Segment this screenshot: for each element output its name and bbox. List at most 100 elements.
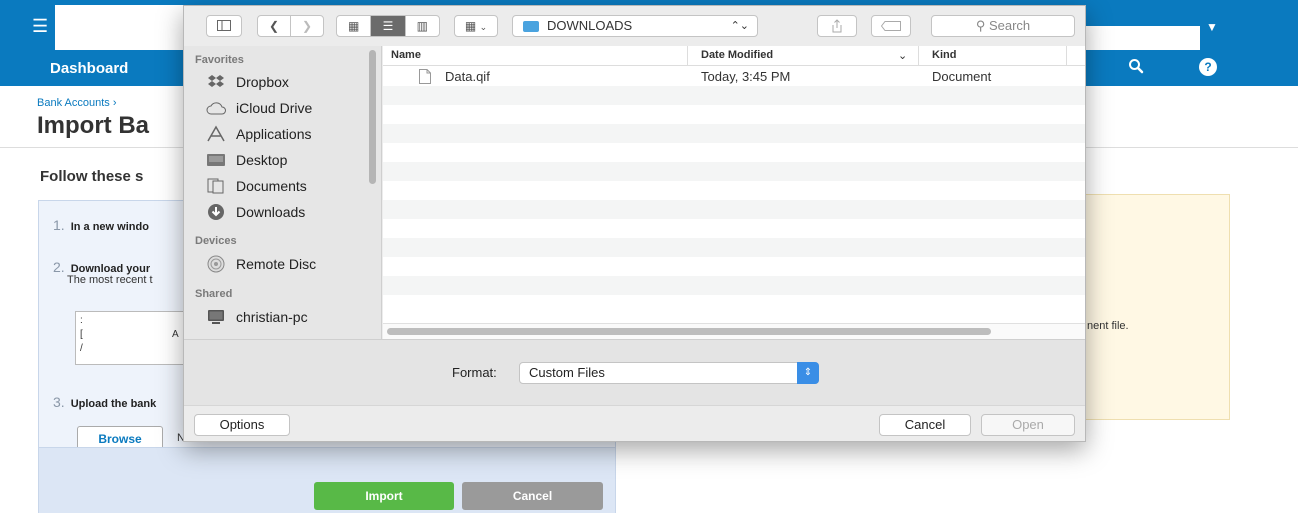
sidebar-icon bbox=[217, 20, 231, 31]
file-list-header: Name Date Modified ⌄ Kind bbox=[383, 46, 1085, 66]
dialog-button-bar: Options Cancel Open bbox=[184, 405, 1085, 441]
file-list: Name Date Modified ⌄ Kind Data.qif Today… bbox=[383, 46, 1085, 339]
step-3: 3. Upload the bank bbox=[53, 394, 156, 410]
location-popup[interactable]: DOWNLOADS ⌃⌄ bbox=[512, 15, 758, 37]
sidebar-item-label: christian-pc bbox=[236, 309, 308, 325]
cancel-import-button[interactable]: Cancel bbox=[462, 482, 603, 510]
sidebar-item-label: Desktop bbox=[236, 152, 288, 168]
redacted-user-name bbox=[1082, 26, 1200, 50]
import-button[interactable]: Import bbox=[314, 482, 454, 510]
sidebar-item-desktop[interactable]: Desktop bbox=[206, 149, 287, 171]
info-panel: nent file. bbox=[1080, 194, 1230, 420]
desktop-icon bbox=[206, 151, 226, 169]
step-number: 2. bbox=[53, 259, 65, 275]
file-name: Data.qif bbox=[445, 69, 490, 84]
column-name[interactable]: Name bbox=[391, 49, 421, 61]
help-icon[interactable]: ? bbox=[1199, 58, 1217, 76]
snippet-extra: A bbox=[172, 329, 179, 340]
empty-row bbox=[383, 162, 1085, 181]
empty-row bbox=[383, 181, 1085, 200]
forward-icon[interactable]: ❯ bbox=[291, 16, 323, 36]
nav-buttons: ❮ ❯ bbox=[257, 15, 324, 37]
updown-arrows-icon: ⇕ bbox=[797, 362, 819, 384]
empty-row bbox=[383, 143, 1085, 162]
sidebar-item-downloads[interactable]: Downloads bbox=[206, 201, 305, 223]
sidebar-item-label: Dropbox bbox=[236, 74, 289, 90]
sidebar-item-documents[interactable]: Documents bbox=[206, 175, 307, 197]
sidebar-item-icloud-drive[interactable]: iCloud Drive bbox=[206, 97, 312, 119]
horizontal-scrollbar[interactable] bbox=[383, 323, 1085, 339]
breadcrumb[interactable]: Bank Accounts › bbox=[37, 97, 117, 109]
arrange-button[interactable]: ▦ ⌄ bbox=[454, 15, 498, 37]
sidebar-item-label: Documents bbox=[236, 178, 307, 194]
list-view-icon[interactable]: ☰ bbox=[371, 16, 406, 36]
column-view-icon[interactable]: ▥ bbox=[406, 16, 439, 36]
back-icon[interactable]: ❮ bbox=[258, 16, 291, 36]
menu-icon[interactable]: ☰ bbox=[32, 16, 48, 37]
sidebar-item-remote-disc[interactable]: Remote Disc bbox=[206, 253, 316, 275]
file-kind: Document bbox=[932, 69, 992, 84]
open-file-dialog: ❮ ❯ ▦ ☰ ▥ ▦ ⌄ DOWNLOADS ⌃⌄ ⚲ Search Favor… bbox=[183, 5, 1086, 442]
step-number: 1. bbox=[53, 217, 65, 233]
file-date: Today, 3:45 PM bbox=[701, 69, 791, 84]
shared-header: Shared bbox=[195, 288, 233, 300]
scrollbar-thumb[interactable] bbox=[387, 328, 991, 335]
sidebar-item-label: iCloud Drive bbox=[236, 100, 313, 116]
sidebar-item-label: Downloads bbox=[236, 204, 306, 220]
chevron-down-icon: ⌄ bbox=[479, 22, 488, 32]
info-text: nent file. bbox=[1087, 320, 1129, 332]
step-2: 2. Download your bbox=[53, 259, 150, 275]
computer-icon bbox=[206, 308, 226, 326]
search-field[interactable]: ⚲ Search bbox=[931, 15, 1075, 37]
column-divider bbox=[1066, 46, 1067, 66]
empty-row bbox=[383, 219, 1085, 238]
column-divider bbox=[687, 46, 688, 66]
search-icon[interactable] bbox=[1128, 58, 1144, 79]
page-title: Import Ba bbox=[37, 112, 150, 139]
format-value: Custom Files bbox=[529, 365, 605, 380]
dialog-sidebar: Favorites Dropbox iCloud Drive Applicati… bbox=[184, 46, 382, 339]
sidebar-item-dropbox[interactable]: Dropbox bbox=[206, 71, 289, 93]
disc-icon bbox=[206, 255, 226, 273]
open-button[interactable]: Open bbox=[981, 414, 1075, 436]
sidebar-item-label: Remote Disc bbox=[236, 256, 317, 272]
folder-icon bbox=[523, 21, 539, 32]
format-area: Format: Custom Files ⇕ bbox=[184, 339, 1085, 405]
sidebar-scrollbar[interactable] bbox=[369, 50, 376, 184]
empty-row bbox=[383, 200, 1085, 219]
tag-icon bbox=[880, 21, 901, 31]
empty-row bbox=[383, 105, 1085, 124]
file-row[interactable]: Data.qif Today, 3:45 PM Document bbox=[383, 67, 1085, 87]
column-divider bbox=[918, 46, 919, 66]
cloud-icon bbox=[206, 99, 226, 117]
nav-dashboard[interactable]: Dashboard bbox=[50, 60, 128, 77]
statement-snippet: : [ / A bbox=[75, 311, 195, 365]
chevron-down-icon[interactable]: ▼ bbox=[1206, 20, 1218, 34]
column-kind[interactable]: Kind bbox=[932, 49, 956, 61]
format-select[interactable]: Custom Files ⇕ bbox=[519, 362, 819, 384]
tag-button[interactable] bbox=[871, 15, 911, 37]
downloads-icon bbox=[206, 203, 226, 221]
options-button[interactable]: Options bbox=[194, 414, 290, 436]
sidebar-item-applications[interactable]: Applications bbox=[206, 123, 312, 145]
empty-row bbox=[383, 238, 1085, 257]
sidebar-item-label: Applications bbox=[236, 126, 312, 142]
column-date-modified[interactable]: Date Modified bbox=[701, 49, 773, 61]
step-text: In a new windo bbox=[70, 221, 149, 233]
sidebar-toggle-button[interactable] bbox=[206, 15, 242, 37]
sidebar-item-christian-pc[interactable]: christian-pc bbox=[206, 306, 308, 328]
step-1: 1. In a new windo bbox=[53, 217, 149, 233]
location-label: DOWNLOADS bbox=[547, 18, 633, 33]
grid-icon: ▦ bbox=[464, 19, 477, 33]
empty-row bbox=[383, 295, 1085, 314]
empty-row bbox=[383, 257, 1085, 276]
file-icon bbox=[419, 69, 431, 87]
screen: ☰ ▼ Dashboard ? Bank Accounts › Import B… bbox=[0, 0, 1298, 521]
cancel-button[interactable]: Cancel bbox=[879, 414, 971, 436]
share-button[interactable] bbox=[817, 15, 857, 37]
search-placeholder: Search bbox=[988, 18, 1031, 33]
step-2-subtext: The most recent t bbox=[67, 274, 153, 286]
icon-view-icon[interactable]: ▦ bbox=[337, 16, 372, 36]
devices-header: Devices bbox=[195, 235, 237, 247]
instructions-title: Follow these s bbox=[40, 168, 144, 185]
